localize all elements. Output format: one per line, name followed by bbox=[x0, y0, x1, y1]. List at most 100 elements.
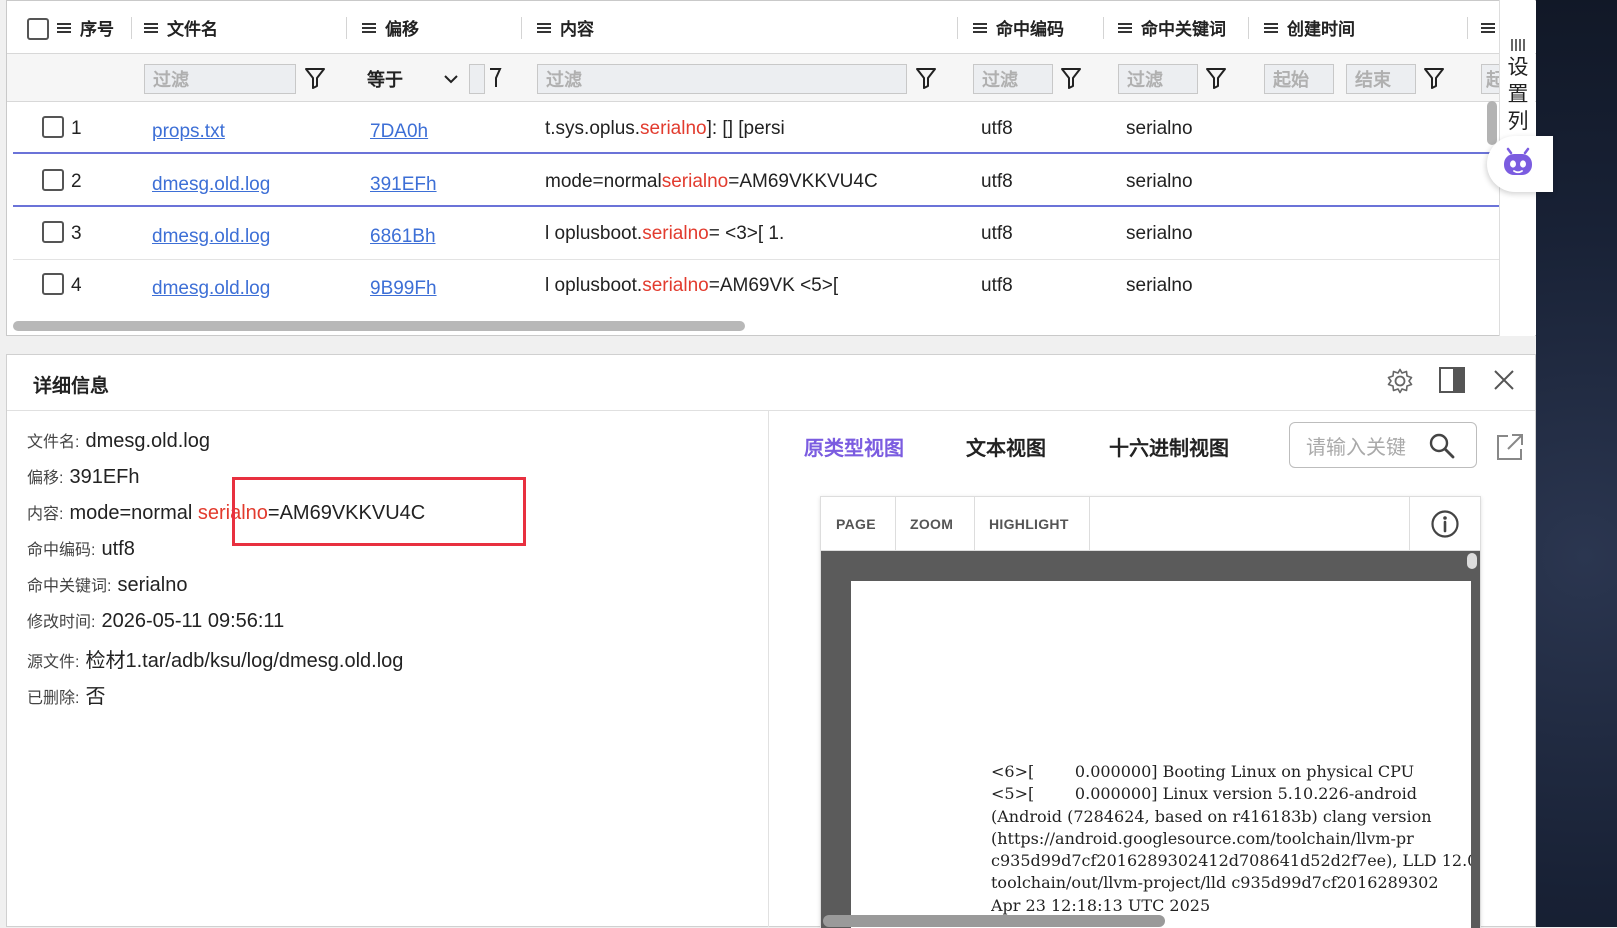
column-menu-icon[interactable] bbox=[537, 21, 551, 35]
table-row[interactable]: 2 dmesg.old.log 391EFh mode=normal seria… bbox=[7, 155, 1533, 208]
column-header-encoding[interactable]: 命中编码 bbox=[973, 1, 1064, 54]
filename-link[interactable]: dmesg.old.log bbox=[152, 210, 270, 263]
offset-operator-select[interactable]: 等于 bbox=[367, 64, 403, 94]
column-divider[interactable] bbox=[1467, 17, 1468, 39]
row-checkbox[interactable] bbox=[42, 116, 64, 138]
close-icon[interactable] bbox=[1492, 368, 1516, 392]
row-checkbox[interactable] bbox=[42, 273, 64, 295]
content-cell: l oplusboot. serialno = <3>[ 1. bbox=[545, 222, 785, 244]
tab-native-view[interactable]: 原类型视图 bbox=[804, 432, 904, 461]
column-menu-icon[interactable] bbox=[1481, 21, 1495, 35]
offset-filter-input[interactable] bbox=[469, 64, 485, 94]
row-index: 2 bbox=[71, 170, 82, 192]
created-start-input[interactable]: 起始 bbox=[1264, 64, 1334, 94]
select-all-checkbox[interactable] bbox=[27, 18, 49, 40]
content-filter-input[interactable]: 过滤 bbox=[537, 64, 907, 94]
chevron-down-icon[interactable] bbox=[443, 72, 459, 86]
column-header-filename[interactable]: 文件名 bbox=[144, 1, 218, 54]
table-row[interactable]: 1 props.txt 7DA0h t.sys.oplus. serialno]:… bbox=[7, 102, 1533, 155]
offset-link[interactable]: 6861Bh bbox=[370, 210, 436, 263]
row-index: 3 bbox=[71, 222, 82, 244]
table-row[interactable]: 4 dmesg.old.log 9B99Fh l oplusboot. seria… bbox=[7, 259, 1533, 312]
viewer-page-button[interactable]: PAGE bbox=[836, 497, 876, 551]
row-checkbox[interactable] bbox=[42, 169, 64, 191]
info-icon[interactable] bbox=[1430, 509, 1460, 539]
filter-funnel-icon[interactable] bbox=[1423, 66, 1445, 90]
viewer-vertical-scrollbar[interactable] bbox=[1467, 553, 1477, 569]
search-icon[interactable] bbox=[1428, 432, 1456, 460]
column-menu-icon[interactable] bbox=[973, 21, 987, 35]
column-divider[interactable] bbox=[521, 17, 522, 39]
encoding-filter-input[interactable]: 过滤 bbox=[973, 64, 1053, 94]
column-menu-icon[interactable] bbox=[1118, 21, 1132, 35]
filter-funnel-icon[interactable] bbox=[488, 66, 502, 90]
column-label: 偏移 bbox=[385, 20, 419, 39]
encoding-cell: utf8 bbox=[981, 222, 1013, 244]
log-line: Apr 23 12:18:13 UTC 2025 bbox=[991, 895, 1211, 915]
log-line: <6>[ 0.000000] Booting Linux on physical… bbox=[991, 762, 1415, 781]
filter-funnel-icon[interactable] bbox=[304, 66, 326, 90]
viewer-toolbar: PAGE ZOOM HIGHLIGHT bbox=[821, 497, 1480, 551]
open-external-icon[interactable] bbox=[1495, 432, 1525, 462]
grid-horizontal-scrollbar[interactable] bbox=[13, 321, 745, 331]
created-end-input[interactable]: 结束 bbox=[1346, 64, 1416, 94]
column-divider[interactable] bbox=[131, 17, 132, 39]
offset-link[interactable]: 9B99Fh bbox=[370, 262, 437, 315]
column-divider[interactable] bbox=[1248, 17, 1249, 39]
column-header-keyword[interactable]: 命中关键词 bbox=[1118, 1, 1226, 54]
grid-filter-row: 过滤 等于 过滤 过滤 过滤 起始 结束 起 bbox=[7, 54, 1581, 102]
offset-link[interactable]: 391EFh bbox=[370, 158, 437, 211]
keyword-cell: serialno bbox=[1126, 222, 1193, 244]
split-panel-icon[interactable] bbox=[1438, 366, 1466, 394]
grid-vertical-scrollbar[interactable] bbox=[1487, 101, 1497, 145]
row-checkbox[interactable] bbox=[42, 221, 64, 243]
viewer-highlight-button[interactable]: HIGHLIGHT bbox=[989, 497, 1069, 551]
settings-col-char: 列 bbox=[1507, 110, 1529, 133]
gear-icon[interactable] bbox=[1386, 367, 1414, 395]
filter-funnel-icon[interactable] bbox=[1060, 66, 1082, 90]
keyword-cell: serialno bbox=[1126, 117, 1193, 139]
settings-col-char: 设 bbox=[1507, 56, 1529, 79]
table-row[interactable]: 3 dmesg.old.log 6861Bh l oplusboot. seria… bbox=[7, 207, 1533, 260]
filter-funnel-icon[interactable] bbox=[915, 66, 937, 90]
filename-link[interactable]: props.txt bbox=[152, 105, 225, 158]
column-menu-icon[interactable] bbox=[1264, 21, 1278, 35]
viewer-horizontal-scrollbar[interactable] bbox=[823, 915, 1165, 927]
viewer-page-area[interactable]: <6>[ 0.000000] Booting Linux on physical… bbox=[821, 551, 1480, 928]
assistant-button[interactable] bbox=[1487, 136, 1553, 192]
keyword-cell: serialno bbox=[1126, 170, 1193, 192]
column-label: 命中编码 bbox=[996, 20, 1064, 39]
log-text-block: <6>[ 0.000000] Booting Linux on physical… bbox=[991, 761, 1471, 917]
offset-link[interactable]: 7DA0h bbox=[370, 105, 428, 158]
column-menu-icon[interactable] bbox=[144, 21, 158, 35]
encoding-cell: utf8 bbox=[981, 170, 1013, 192]
column-label: 序号 bbox=[80, 20, 114, 39]
column-menu-icon[interactable] bbox=[57, 21, 71, 35]
keyword-filter-input[interactable]: 过滤 bbox=[1118, 64, 1198, 94]
column-divider[interactable] bbox=[346, 17, 347, 39]
column-header-offset[interactable]: 偏移 bbox=[362, 1, 419, 54]
toolbar-divider bbox=[895, 497, 896, 551]
settings-columns-button[interactable]: 设 置 列 bbox=[1500, 38, 1536, 135]
row-divider bbox=[13, 152, 1533, 154]
tab-text-view[interactable]: 文本视图 bbox=[966, 432, 1046, 461]
filter-funnel-icon[interactable] bbox=[1205, 66, 1227, 90]
detail-field-mtime: 修改时间: 2026-05-11 09:56:11 bbox=[27, 610, 285, 632]
column-header-index[interactable]: 序号 bbox=[57, 1, 114, 54]
column-header-content[interactable]: 内容 bbox=[537, 1, 594, 54]
column-menu-icon[interactable] bbox=[362, 21, 376, 35]
detail-split-divider[interactable] bbox=[768, 410, 769, 927]
encoding-cell: utf8 bbox=[981, 117, 1013, 139]
column-divider[interactable] bbox=[1103, 17, 1104, 39]
column-header-created[interactable]: 创建时间 bbox=[1264, 1, 1355, 54]
log-line: toolchain/out/llvm-project/lld c935d99d7… bbox=[991, 873, 1439, 893]
filename-link[interactable]: dmesg.old.log bbox=[152, 158, 270, 211]
filename-filter-input[interactable]: 过滤 bbox=[144, 64, 296, 94]
filename-link[interactable]: dmesg.old.log bbox=[152, 262, 270, 315]
column-divider[interactable] bbox=[957, 17, 958, 39]
viewer-zoom-button[interactable]: ZOOM bbox=[910, 497, 953, 551]
detail-header: 详细信息 bbox=[7, 355, 1535, 411]
tab-hex-view[interactable]: 十六进制视图 bbox=[1109, 432, 1229, 461]
keyword-search-input[interactable]: 请输入关键 bbox=[1289, 422, 1477, 468]
toolbar-divider bbox=[1409, 497, 1410, 551]
